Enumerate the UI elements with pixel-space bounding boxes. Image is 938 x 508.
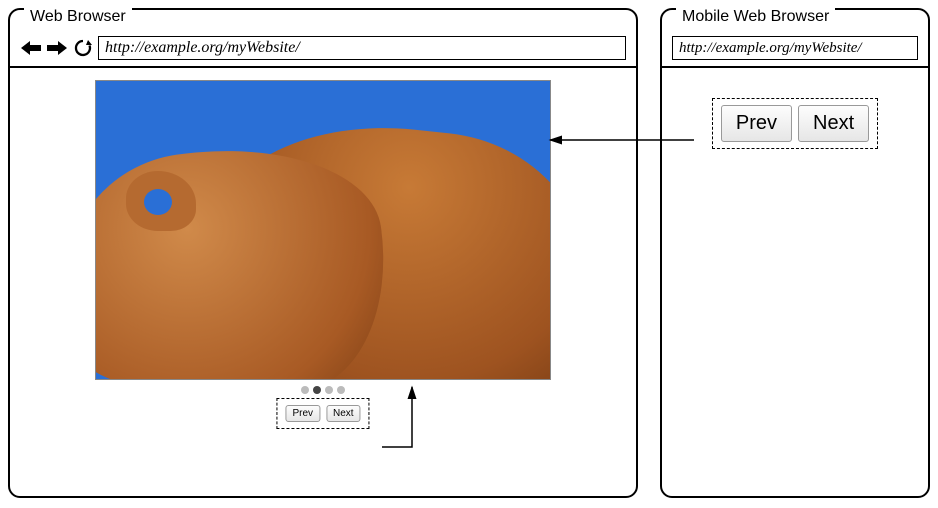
mobile-url-text: http://example.org/myWebsite/ xyxy=(679,40,862,57)
mobile-button-group: Prev Next xyxy=(712,98,878,149)
web-button-group: Prev Next xyxy=(276,398,369,429)
mobile-url-bar[interactable]: http://example.org/myWebsite/ xyxy=(672,36,918,60)
carousel-image xyxy=(95,80,551,380)
web-browser-toolbar: http://example.org/myWebsite/ xyxy=(10,32,636,68)
next-button[interactable]: Next xyxy=(798,105,869,142)
next-button[interactable]: Next xyxy=(326,405,361,422)
web-url-text: http://example.org/myWebsite/ xyxy=(105,39,300,57)
web-url-bar[interactable]: http://example.org/myWebsite/ xyxy=(98,36,626,60)
mobile-browser-window: Mobile Web Browser http://example.org/my… xyxy=(660,8,930,498)
forward-icon[interactable] xyxy=(46,37,68,59)
mobile-browser-toolbar: http://example.org/myWebsite/ xyxy=(662,32,928,68)
carousel-dot[interactable] xyxy=(301,386,309,394)
prev-button[interactable]: Prev xyxy=(721,105,792,142)
mobile-browser-title: Mobile Web Browser xyxy=(676,8,835,26)
mobile-content: Prev Next xyxy=(662,68,928,179)
carousel-dot[interactable] xyxy=(325,386,333,394)
prev-button[interactable]: Prev xyxy=(285,405,320,422)
web-content: Prev Next xyxy=(10,68,636,494)
reload-icon[interactable] xyxy=(72,37,94,59)
carousel-dots xyxy=(22,386,624,394)
web-browser-title: Web Browser xyxy=(24,8,132,26)
back-icon[interactable] xyxy=(20,37,42,59)
web-browser-window: Web Browser http://example.org/myWebsite… xyxy=(8,8,638,498)
carousel-dot[interactable] xyxy=(337,386,345,394)
carousel-dot[interactable] xyxy=(313,386,321,394)
